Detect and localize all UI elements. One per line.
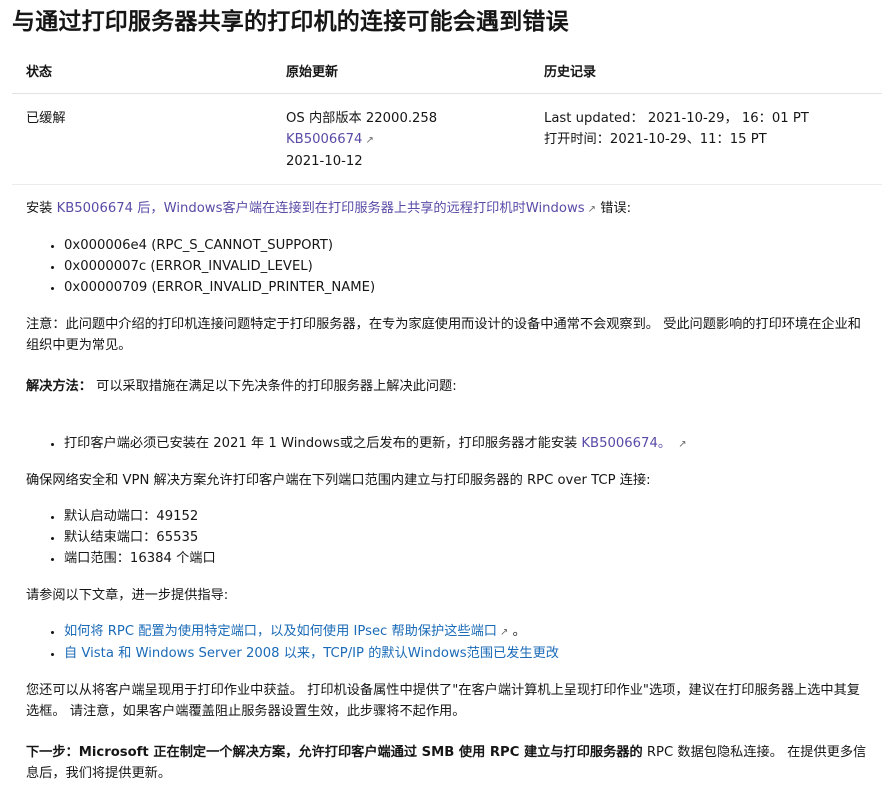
list-item: 如何将 RPC 配置为使用特定端口，以及如何使用 IPsec 帮助保护这些端口↗… bbox=[64, 621, 868, 643]
list-item: 默认启动端口：49152 bbox=[64, 506, 868, 527]
solution-paragraph: 解决方法： 可以采取措施在满足以下先决条件的打印服务器上解决此问题: bbox=[26, 376, 868, 397]
intro-link[interactable]: KB5006674 后，Windows客户端在连接到在打印服务器上共享的远程打印… bbox=[57, 201, 585, 216]
list-item: 默认结束端口：65535 bbox=[64, 527, 868, 548]
prereq-text: 打印客户端必须已安装在 2021 年 1 Windows或之后发布的更新，打印服… bbox=[64, 436, 582, 451]
vpn-paragraph: 确保网络安全和 VPN 解决方案允许打印客户端在下列端口范围内建立与打印服务器的… bbox=[26, 473, 651, 488]
status-value: 已缓解 bbox=[26, 111, 66, 126]
article-list: 如何将 RPC 配置为使用特定端口，以及如何使用 IPsec 帮助保护这些端口↗… bbox=[26, 621, 868, 664]
kb-link[interactable]: KB5006674 bbox=[286, 132, 362, 147]
table-row: 已缓解 OS 内部版本 22000.258 KB5006674 ↗ 2021-10… bbox=[12, 93, 882, 185]
opened-time: 打开时间：2021-10-29、11：15 PT bbox=[544, 132, 767, 147]
list-item: 0x0000007c (ERROR_INVALID_LEVEL) bbox=[64, 256, 868, 277]
note-paragraph: 注意：此问题中介绍的打印机连接问题特定于打印服务器，在专为家庭使用而设计的设备中… bbox=[26, 317, 861, 353]
tcpip-range-link[interactable]: 自 Vista 和 Windows Server 2008 以来，TCP/IP … bbox=[64, 646, 559, 661]
page-title: 与通过打印服务器共享的打印机的连接可能会遇到错误 bbox=[12, 9, 569, 35]
os-build: OS 内部版本 22000.258 bbox=[286, 111, 438, 126]
port-list: 默认启动端口：49152 默认结束端口：65535 端口范围：16384 个端口 bbox=[26, 506, 868, 569]
intro-paragraph: 安装 KB5006674 后，Windows客户端在连接到在打印服务器上共享的远… bbox=[26, 198, 868, 220]
external-link-icon: ↗ bbox=[365, 135, 374, 146]
page: 与通过打印服务器共享的打印机的连接可能会遇到错误 状态 原始更新 历史记录 已缓… bbox=[0, 0, 894, 784]
list-item: 自 Vista 和 Windows Server 2008 以来，TCP/IP … bbox=[64, 643, 868, 664]
next-label: 下一步：Microsoft 正在制定一个解决方案，允许打印客户端通过 SMB 使… bbox=[26, 745, 643, 760]
error-list: 0x000006e4 (RPC_S_CANNOT_SUPPORT) 0x0000… bbox=[26, 235, 868, 298]
status-table: 状态 原始更新 历史记录 已缓解 OS 内部版本 22000.258 KB500… bbox=[12, 47, 882, 185]
status-cell: 已缓解 bbox=[12, 93, 272, 185]
column-header-status: 状态 bbox=[12, 47, 272, 94]
table-header-row: 状态 原始更新 历史记录 bbox=[12, 47, 882, 94]
prereq-list: 打印客户端必须已安装在 2021 年 1 Windows或之后发布的更新，打印服… bbox=[26, 433, 868, 455]
next-steps-paragraph: 下一步：Microsoft 正在制定一个解决方案，允许打印客户端通过 SMB 使… bbox=[26, 742, 868, 784]
solution-text: 可以采取措施在满足以下先决条件的打印服务器上解决此问题: bbox=[91, 379, 457, 394]
article-body: 安装 KB5006674 后，Windows客户端在连接到在打印服务器上共享的远… bbox=[12, 198, 882, 784]
history-cell: Last updated： 2021-10-29， 16：01 PT 打开时间：… bbox=[530, 93, 882, 185]
intro-text: 安装 bbox=[26, 201, 57, 216]
column-header-original-update: 原始更新 bbox=[272, 47, 530, 94]
column-header-history: 历史记录 bbox=[530, 47, 882, 94]
last-updated: Last updated： 2021-10-29， 16：01 PT bbox=[544, 111, 809, 126]
list-item: 0x00000709 (ERROR_INVALID_PRINTER_NAME) bbox=[64, 277, 868, 298]
list-item: 0x000006e4 (RPC_S_CANNOT_SUPPORT) bbox=[64, 235, 868, 256]
kb-link-label: KB5006674 bbox=[286, 132, 363, 147]
client-paragraph: 您还可以从将客户端呈现用于打印作业中获益。 打印机设备属性中提供了"在客户端计算… bbox=[26, 683, 860, 719]
list-item: 端口范围：16384 个端口 bbox=[64, 548, 868, 569]
external-link-icon: ↗ bbox=[587, 204, 597, 215]
original-update-cell: OS 内部版本 22000.258 KB5006674 ↗ 2021-10-12 bbox=[272, 93, 530, 185]
rpc-ports-link[interactable]: 如何将 RPC 配置为使用特定端口，以及如何使用 IPsec 帮助保护这些端口 bbox=[64, 624, 497, 639]
article-tail: 。 bbox=[512, 624, 526, 639]
refer-paragraph: 请参阅以下文章，进一步提供指导: bbox=[26, 588, 229, 603]
external-link-icon: ↗ bbox=[678, 439, 687, 450]
intro-tail: 错误: bbox=[600, 201, 632, 216]
prereq-kb-link[interactable]: KB5006674。 bbox=[581, 436, 671, 451]
solution-label: 解决方法： bbox=[26, 379, 92, 394]
release-date: 2021-10-12 bbox=[286, 154, 363, 169]
external-link-icon: ↗ bbox=[500, 627, 509, 638]
list-item: 打印客户端必须已安装在 2021 年 1 Windows或之后发布的更新，打印服… bbox=[64, 433, 868, 455]
